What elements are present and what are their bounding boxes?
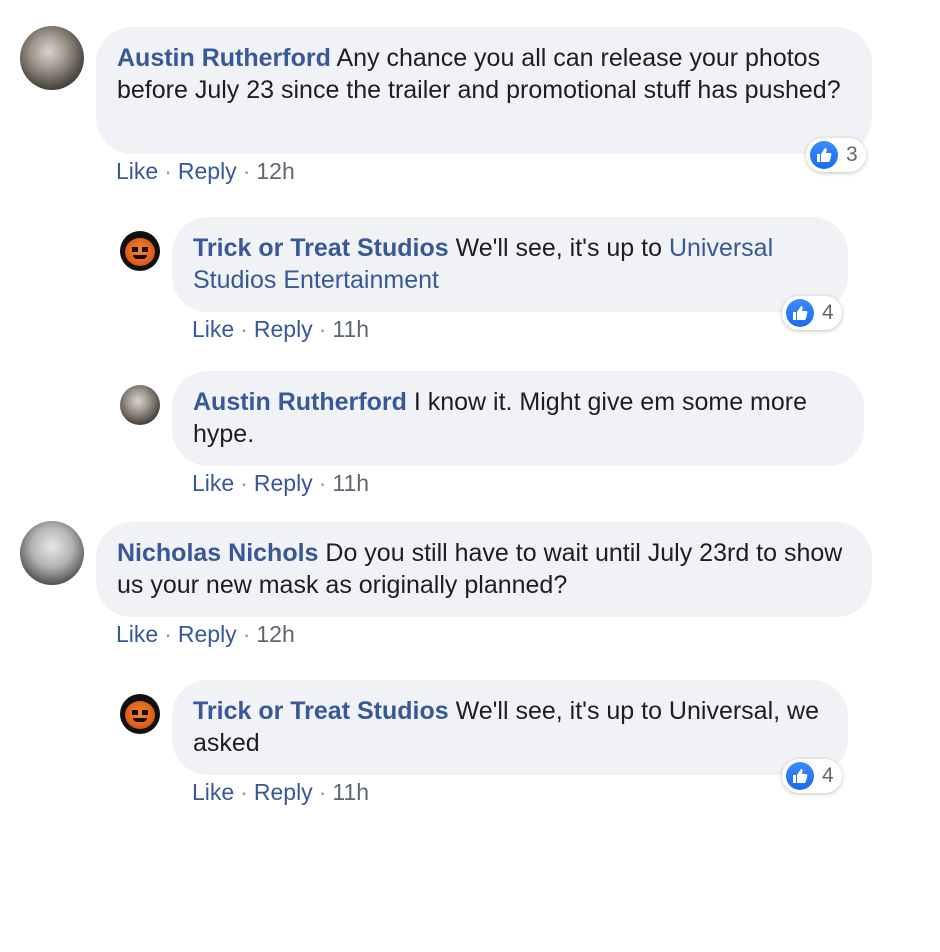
separator-dot: ·	[240, 779, 248, 805]
separator-dot: ·	[318, 470, 327, 496]
comment-bubble: Austin Rutherford Any chance you all can…	[96, 27, 872, 154]
timestamp[interactable]: 12h	[256, 158, 294, 184]
comment-author[interactable]: Austin Rutherford	[193, 388, 407, 416]
reply-link[interactable]: Reply	[254, 316, 313, 342]
comment-bubble: Austin Rutherford I know it. Might give …	[172, 371, 864, 466]
reaction-count[interactable]: 4	[782, 296, 842, 330]
michael-myers-avatar-icon	[120, 385, 160, 425]
thumbs-up-icon	[786, 762, 814, 790]
comment-bubble: Trick or Treat Studios We'll see, it's u…	[172, 217, 848, 312]
comment-actions: Like · Reply · 11h	[192, 470, 369, 497]
comment-author[interactable]: Trick or Treat Studios	[193, 697, 449, 725]
timestamp[interactable]: 11h	[332, 316, 369, 342]
reply-link[interactable]: Reply	[178, 158, 237, 184]
person-avatar-icon	[20, 521, 84, 585]
comment-actions: Like · Reply · 11h	[192, 779, 369, 806]
comment-author[interactable]: Nicholas Nichols	[117, 539, 318, 567]
separator-dot: ·	[242, 158, 251, 184]
comment-bubble: Nicholas Nichols Do you still have to wa…	[96, 522, 872, 617]
like-link[interactable]: Like	[192, 316, 234, 342]
reply-link[interactable]: Reply	[254, 470, 313, 496]
comment-actions: Like · Reply · 12h	[116, 158, 295, 185]
reaction-number: 4	[822, 301, 834, 324]
timestamp[interactable]: 11h	[332, 470, 369, 496]
timestamp[interactable]: 11h	[332, 779, 369, 805]
separator-dot: ·	[242, 621, 251, 647]
like-link[interactable]: Like	[116, 158, 158, 184]
like-link[interactable]: Like	[116, 621, 158, 647]
comment-actions: Like · Reply · 11h	[192, 316, 369, 343]
reaction-count[interactable]: 3	[806, 138, 866, 172]
separator-dot: ·	[318, 779, 327, 805]
comment-bubble: Trick or Treat Studios We'll see, it's u…	[172, 680, 848, 775]
reaction-number: 3	[846, 143, 858, 166]
like-link[interactable]: Like	[192, 779, 234, 805]
reaction-number: 4	[822, 764, 834, 787]
reaction-count[interactable]: 4	[782, 759, 842, 793]
reply-link[interactable]: Reply	[254, 779, 313, 805]
comment-text: We'll see, it's up to	[455, 234, 669, 262]
separator-dot: ·	[240, 470, 248, 496]
comment-author[interactable]: Austin Rutherford	[117, 44, 331, 72]
avatar[interactable]	[20, 26, 84, 90]
timestamp[interactable]: 12h	[256, 621, 294, 647]
avatar[interactable]	[120, 385, 160, 425]
avatar[interactable]	[20, 521, 84, 585]
avatar[interactable]	[120, 694, 160, 734]
like-link[interactable]: Like	[192, 470, 234, 496]
thumbs-up-icon	[810, 141, 838, 169]
avatar[interactable]	[120, 231, 160, 271]
michael-myers-avatar-icon	[20, 26, 84, 90]
comment-author[interactable]: Trick or Treat Studios	[193, 234, 449, 262]
separator-dot: ·	[318, 316, 327, 342]
separator-dot: ·	[240, 316, 248, 342]
separator-dot: ·	[164, 621, 172, 647]
reply-link[interactable]: Reply	[178, 621, 237, 647]
pumpkin-avatar-icon	[120, 694, 160, 734]
comment-actions: Like · Reply · 12h	[116, 621, 295, 648]
pumpkin-avatar-icon	[120, 231, 160, 271]
separator-dot: ·	[164, 158, 172, 184]
thumbs-up-icon	[786, 299, 814, 327]
